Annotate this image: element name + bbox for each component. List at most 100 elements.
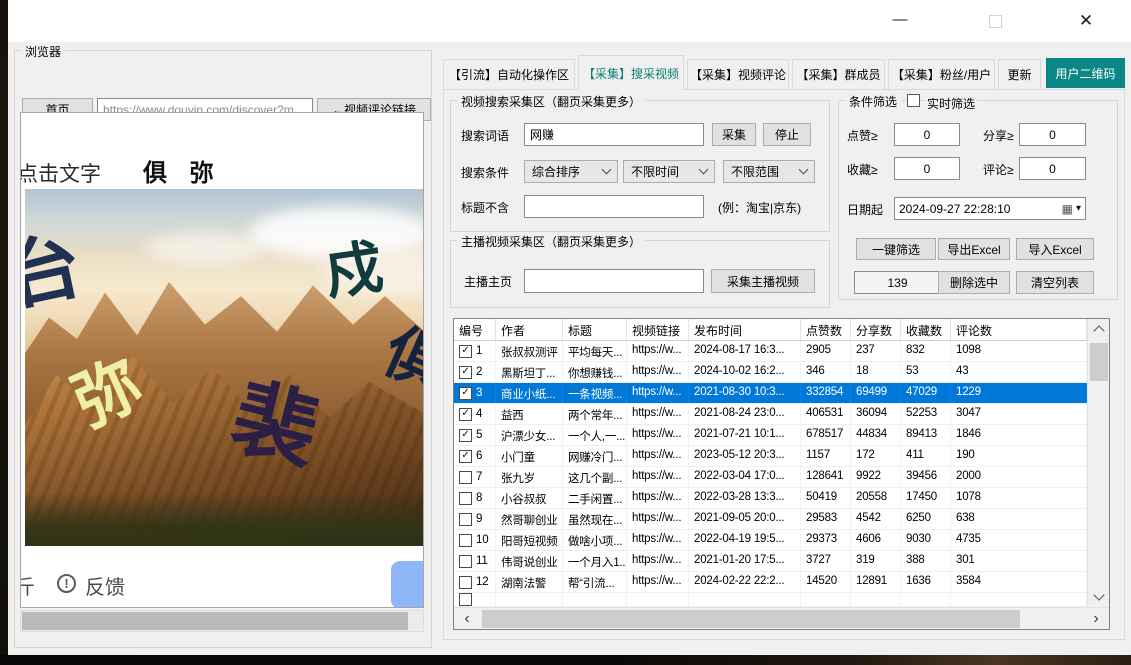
one-key-filter-button[interactable]: 一键筛选 xyxy=(856,238,936,260)
column-header-4[interactable]: 视频链接 xyxy=(627,319,689,340)
table-row-12[interactable]: 12湖南法警帮“引流...https://w...2024-02-22 22:2… xyxy=(454,572,1109,593)
chevron-down-icon: ▾ xyxy=(1076,203,1081,214)
scroll-left-button[interactable]: ‹ xyxy=(456,608,478,630)
captcha-char-1[interactable]: 台 xyxy=(25,228,88,316)
collect-button[interactable]: 采集 xyxy=(712,123,756,146)
anchor-home-input[interactable] xyxy=(524,269,704,293)
browser-horizontal-scrollbar[interactable] xyxy=(20,610,424,632)
table-vertical-scrollbar[interactable] xyxy=(1087,319,1109,607)
table-row-3[interactable]: ✓3商业小纸...一条视频...https://w...2021-08-30 1… xyxy=(454,383,1109,404)
window-minimize-button[interactable]: — xyxy=(870,0,930,42)
scrollbar-thumb[interactable] xyxy=(22,612,408,630)
row-checkbox[interactable] xyxy=(459,555,472,568)
row-checkbox[interactable]: ✓ xyxy=(459,429,472,442)
cell-title: 帮“引流... xyxy=(563,572,627,592)
scrollbar-thumb[interactable] xyxy=(1090,343,1108,381)
row-number: 2 xyxy=(476,366,482,378)
captcha-image[interactable]: 台戍弥裴俱 xyxy=(25,189,424,546)
column-header-8[interactable]: 收藏数 xyxy=(901,319,951,340)
import-excel-button[interactable]: 导入Excel xyxy=(1016,238,1094,260)
row-checkbox[interactable]: ✓ xyxy=(459,366,472,379)
row-checkbox[interactable]: ✓ xyxy=(459,345,472,358)
table-row-2[interactable]: ✓2黑斯坦丁...你想赚钱...https://w...2024-10-02 1… xyxy=(454,362,1109,383)
range-select[interactable]: 不限范围 xyxy=(723,160,815,183)
captcha-confirm-button[interactable] xyxy=(391,561,424,608)
tab-2[interactable]: 【采集】搜采视频 xyxy=(578,55,684,90)
scroll-down-button[interactable] xyxy=(1088,587,1110,607)
table-row-11[interactable]: 11伟哥说创业一个月入1...https://w...2021-01-20 17… xyxy=(454,551,1109,572)
date-from-picker[interactable]: 2024-09-27 22:28:10 ▦ ▾ xyxy=(894,197,1086,220)
table-row-1[interactable]: ✓1张叔叔测评平均每天...https://w...2024-08-17 16:… xyxy=(454,341,1109,362)
chevron-down-icon xyxy=(699,165,709,175)
table-row-6[interactable]: ✓6小门童网赚冷门...https://w...2023-05-12 20:3.… xyxy=(454,446,1109,467)
column-header-9[interactable]: 评论数 xyxy=(951,319,1087,340)
favs-filter-input[interactable] xyxy=(894,157,960,180)
table-row-5[interactable]: ✓5沪漂少女...一个人,一...https://w...2021-07-21 … xyxy=(454,425,1109,446)
likes-filter-input[interactable] xyxy=(894,123,960,146)
column-header-3[interactable]: 标题 xyxy=(563,319,627,340)
column-header-6[interactable]: 点赞数 xyxy=(801,319,851,340)
cell-author: 然哥聊创业 xyxy=(496,509,563,529)
cell-time: 2021-08-30 10:3... xyxy=(689,383,801,403)
comments-filter-input[interactable] xyxy=(1019,157,1086,180)
row-checkbox[interactable]: ✓ xyxy=(459,408,472,421)
row-checkbox[interactable] xyxy=(459,492,472,505)
user-qrcode-button[interactable]: 用户二维码 xyxy=(1046,58,1125,88)
column-header-5[interactable]: 发布时间 xyxy=(689,319,801,340)
scroll-up-button[interactable] xyxy=(1088,319,1110,339)
record-count: 139 xyxy=(854,271,941,294)
scrollbar-thumb[interactable] xyxy=(482,610,1020,628)
realtime-filter-checkbox[interactable] xyxy=(907,94,920,107)
tab-1[interactable]: 【引流】自动化操作区 xyxy=(443,59,575,90)
tab-3[interactable]: 【采集】视频评论 xyxy=(687,59,789,90)
table-horizontal-scrollbar[interactable]: ‹ › xyxy=(454,607,1109,629)
captcha-target-chars: 俱 弥 xyxy=(143,153,222,188)
row-checkbox[interactable] xyxy=(459,513,472,526)
captcha-refresh-partial-text[interactable]: 斤 xyxy=(20,571,35,600)
row-checkbox[interactable] xyxy=(459,593,472,606)
window-maximize-button[interactable] xyxy=(965,0,1025,42)
column-header-2[interactable]: 作者 xyxy=(496,319,563,340)
collect-anchor-videos-button[interactable]: 采集主播视频 xyxy=(711,269,815,293)
exclude-input[interactable] xyxy=(524,195,704,218)
table-row-9[interactable]: 9然哥聊创业虽然现在...https://w...2021-09-05 20:0… xyxy=(454,509,1109,530)
column-header-7[interactable]: 分享数 xyxy=(851,319,901,340)
shares-filter-input[interactable] xyxy=(1019,123,1086,146)
scroll-right-button[interactable]: › xyxy=(1085,608,1107,630)
table-row-8[interactable]: 8小谷叔叔二手闲置...https://w...2022-03-28 13:3.… xyxy=(454,488,1109,509)
cell-author: 沪漂少女... xyxy=(496,425,563,445)
column-header-1[interactable]: 编号 xyxy=(454,319,496,340)
row-checkbox[interactable] xyxy=(459,534,472,547)
cell-link: https://w... xyxy=(627,530,689,550)
row-checkbox[interactable] xyxy=(459,576,472,589)
cell-comments: 301 xyxy=(951,551,1087,571)
window-close-button[interactable]: ✕ xyxy=(1056,0,1116,42)
delete-selected-button[interactable]: 删除选中 xyxy=(938,271,1010,294)
row-checkbox[interactable]: ✓ xyxy=(459,450,472,463)
tab-5[interactable]: 【采集】粉丝/用户 xyxy=(888,59,995,90)
captcha-feedback-link[interactable]: 反馈 xyxy=(85,571,125,600)
sort-select-value: 综合排序 xyxy=(532,163,580,180)
keyword-input[interactable] xyxy=(524,123,704,146)
table-row-7[interactable]: 7张九岁这几个副...https://w...2022-03-04 17:0..… xyxy=(454,467,1109,488)
cell-favs xyxy=(901,593,951,606)
exclude-hint: (例：淘宝|京东) xyxy=(718,199,801,216)
table-row-10[interactable]: 10阳哥短视频做啥小项...https://w...2022-04-19 19:… xyxy=(454,530,1109,551)
tab-4[interactable]: 【采集】群成员 xyxy=(792,59,885,90)
cell-link: https://w... xyxy=(627,341,689,361)
time-select[interactable]: 不限时间 xyxy=(623,160,715,183)
cell-favs: 9030 xyxy=(901,530,951,550)
export-excel-button[interactable]: 导出Excel xyxy=(938,238,1010,260)
stop-button[interactable]: 停止 xyxy=(763,123,811,146)
row-checkbox[interactable]: ✓ xyxy=(459,387,472,400)
sort-select[interactable]: 综合排序 xyxy=(524,160,618,183)
cell-title: 平均每天... xyxy=(563,341,627,361)
table-row-4[interactable]: ✓4益西两个常年...https://w...2021-08-24 23:0..… xyxy=(454,404,1109,425)
cell-likes: 50419 xyxy=(801,488,851,508)
clear-list-button[interactable]: 清空列表 xyxy=(1016,271,1094,294)
table-row-13[interactable] xyxy=(454,593,1109,607)
tab-6[interactable]: 更新 xyxy=(998,59,1041,90)
captcha-char-2[interactable]: 戍 xyxy=(321,237,387,303)
row-checkbox[interactable] xyxy=(459,471,472,484)
cell-favs: 388 xyxy=(901,551,951,571)
